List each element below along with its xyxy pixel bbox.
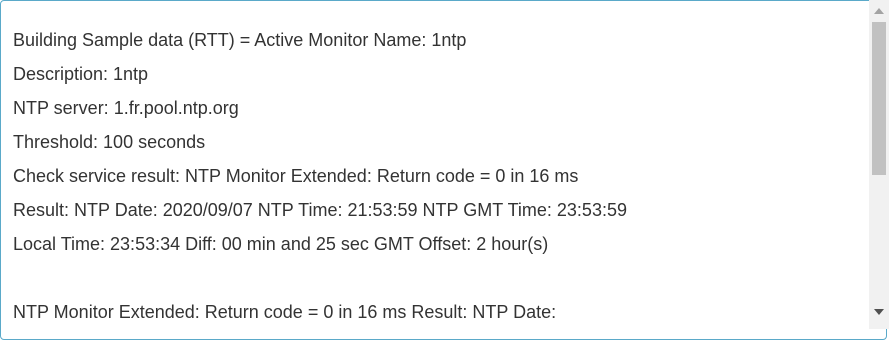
line-ntp-monitor-extended: NTP Monitor Extended: Return code = 0 in…	[13, 302, 557, 322]
vertical-scrollbar[interactable]	[869, 0, 889, 329]
line-blank	[13, 261, 853, 295]
textarea-content[interactable]: Building Sample data (RTT) = Active Moni…	[13, 23, 853, 329]
scroll-up-button[interactable]	[869, 2, 889, 20]
triangle-up-icon	[874, 8, 884, 14]
triangle-down-icon	[874, 309, 884, 315]
scroll-down-button[interactable]	[869, 303, 889, 321]
scrollbar-thumb[interactable]	[872, 22, 886, 175]
result-textarea[interactable]: Building Sample data (RTT) = Active Moni…	[0, 0, 887, 340]
line-check-service-result: Check service result: NTP Monitor Extend…	[13, 166, 579, 186]
line-threshold: Threshold: 100 seconds	[13, 132, 206, 152]
line-sample-data: Building Sample data (RTT) = Active Moni…	[13, 30, 467, 50]
line-local-time: Local Time: 23:53:34 Diff: 00 min and 25…	[13, 234, 549, 254]
line-ntp-server: NTP server: 1.fr.pool.ntp.org	[13, 98, 239, 118]
line-description: Description: 1ntp	[13, 64, 149, 84]
line-result: Result: NTP Date: 2020/09/07 NTP Time: 2…	[13, 200, 627, 220]
